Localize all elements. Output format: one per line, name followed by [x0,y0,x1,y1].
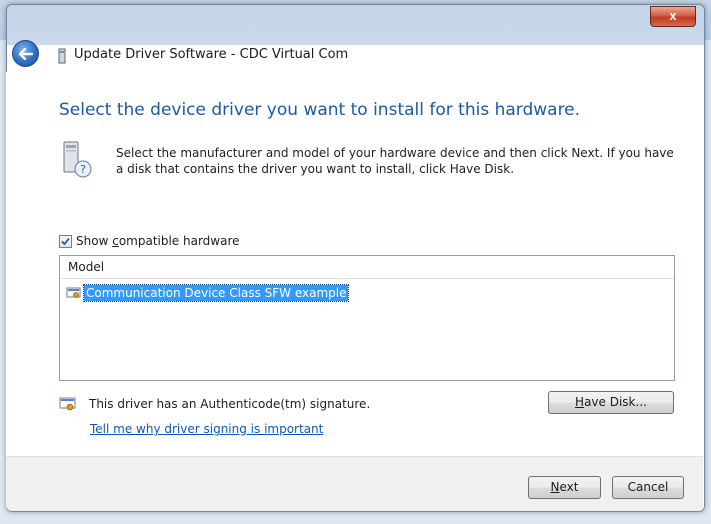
next-accel: N [550,480,560,494]
button-footer: Next Cancel [6,456,703,511]
cancel-button[interactable]: Cancel [612,476,684,499]
driver-signing-link[interactable]: Tell me why driver signing is important [90,422,323,436]
list-item[interactable]: Communication Device Class SFW example [66,284,350,302]
next-label: ext [559,480,579,494]
svg-text:?: ? [80,163,86,176]
device-icon [58,48,66,64]
back-button[interactable] [12,40,39,67]
title-bar [7,5,704,45]
have-disk-accel: H [575,395,585,409]
certificate-icon [66,287,81,298]
checkmark-icon [61,237,70,245]
model-list[interactable]: Model Communication Device Class SFW exa… [59,255,675,381]
show-compatible-label-post: ompatible hardware [118,234,240,248]
model-column-header[interactable]: Model [60,256,674,279]
show-compatible-label[interactable]: Show compatible hardware [76,234,240,248]
have-disk-button[interactable]: Have Disk... [548,391,674,414]
certificate-icon [59,397,76,411]
close-icon: x [669,8,677,23]
close-button[interactable]: x [650,6,696,27]
model-item-label[interactable]: Communication Device Class SFW example [82,284,350,302]
next-button[interactable]: Next [528,476,601,499]
page-heading: Select the device driver you want to ins… [59,100,581,120]
show-compatible-label-accel: c [112,234,119,248]
window-title: Update Driver Software - CDC Virtual Com [74,47,349,62]
show-compatible-checkbox[interactable] [59,234,72,248]
content-area: Select the device driver you want to ins… [6,72,703,456]
instructions-text: Select the manufacturer and model of you… [116,146,674,176]
back-arrow-icon [18,47,33,60]
have-disk-label: ave Disk... [584,395,647,409]
signature-text: This driver has an Authenticode(tm) sign… [89,397,371,411]
signature-row: This driver has an Authenticode(tm) sign… [59,396,370,412]
show-compatible-row: Show compatible hardware [59,234,240,248]
show-compatible-label-pre: Show [76,234,113,248]
hardware-help-icon: ? [63,141,92,178]
